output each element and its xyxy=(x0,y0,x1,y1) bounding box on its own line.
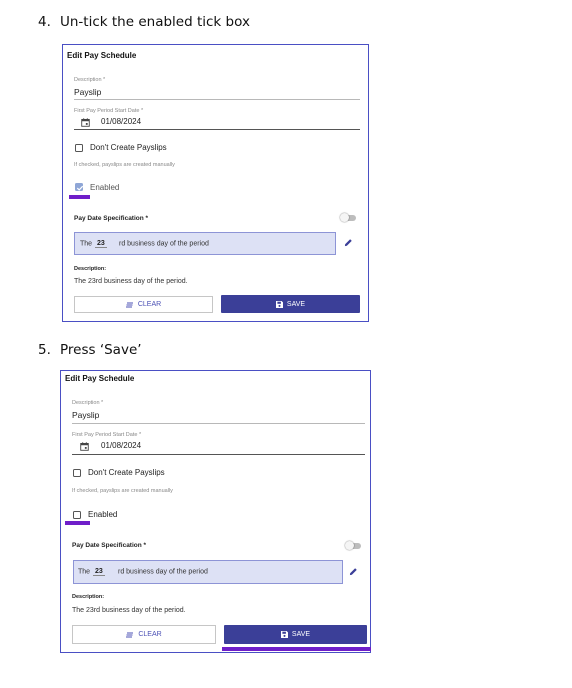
clear-button[interactable]: CLEAR xyxy=(74,296,213,313)
enabled-label: Enabled xyxy=(90,183,120,192)
description-heading: Description: xyxy=(72,594,105,600)
step-text: Press ‘Save’ xyxy=(60,342,142,358)
enabled-checkbox[interactable] xyxy=(73,511,81,519)
save-button[interactable]: SAVE xyxy=(224,625,367,644)
description-heading: Description: xyxy=(74,266,107,272)
start-date-underline xyxy=(72,454,365,455)
description-label: Description * xyxy=(72,400,104,406)
highlight-underline xyxy=(65,521,90,525)
spec-day-input[interactable]: 23 xyxy=(95,240,107,248)
save-button-label: SAVE xyxy=(286,300,306,308)
toggle-knob xyxy=(340,213,349,222)
description-text: The 23rd business day of the period. xyxy=(74,278,188,285)
enabled-label: Enabled xyxy=(88,510,118,519)
description-field[interactable]: Payslip xyxy=(74,87,101,97)
hint-text: If checked, payslips are created manuall… xyxy=(74,162,175,168)
highlight-underline xyxy=(69,195,90,199)
spec-toggle[interactable] xyxy=(345,541,361,550)
enabled-checkbox[interactable] xyxy=(75,183,84,191)
dont-create-checkbox[interactable] xyxy=(73,469,81,477)
clear-button-label: CLEAR xyxy=(137,301,162,308)
step-5-heading: 5. Press ‘Save’ xyxy=(38,342,142,358)
hint-text: If checked, payslips are created manuall… xyxy=(72,488,173,494)
edit-pay-schedule-panel: Edit Pay Schedule Description * Payslip … xyxy=(60,370,371,653)
description-label: Description * xyxy=(74,77,106,83)
start-date-label: First Pay Period Start Date * xyxy=(74,108,144,114)
description-text: The 23rd business day of the period. xyxy=(72,607,186,614)
start-date-label: First Pay Period Start Date * xyxy=(72,432,142,438)
pay-date-spec-field[interactable]: The 23 rd business day of the period xyxy=(74,232,336,255)
save-button-label: SAVE xyxy=(291,631,311,638)
spec-prefix: The xyxy=(78,568,91,576)
clear-icon xyxy=(126,632,134,637)
spec-day-input[interactable]: 23 xyxy=(93,568,105,576)
description-underline xyxy=(72,423,365,424)
step-number: 5. xyxy=(38,342,51,358)
checkmark-icon xyxy=(76,185,84,191)
start-date-underline xyxy=(74,129,360,130)
floppy-disk-icon xyxy=(280,631,288,638)
dont-create-checkbox[interactable] xyxy=(75,144,83,152)
spec-toggle[interactable] xyxy=(340,213,356,222)
pencil-icon[interactable] xyxy=(344,238,353,247)
spec-suffix: rd business day of the period xyxy=(118,568,208,576)
calendar-icon[interactable] xyxy=(81,118,90,127)
clear-button-label: CLEAR xyxy=(138,631,162,638)
panel-title: Edit Pay Schedule xyxy=(65,374,135,383)
pencil-icon[interactable] xyxy=(349,567,358,576)
edit-pay-schedule-panel: Edit Pay Schedule Description * Payslip … xyxy=(62,44,369,322)
floppy-disk-icon xyxy=(275,300,283,308)
dont-create-label: Don't Create Payslips xyxy=(88,468,165,477)
spec-suffix: rd business day of the period xyxy=(119,240,209,247)
pay-date-spec-field[interactable]: The 23 rd business day of the period xyxy=(73,560,343,584)
spec-prefix: The xyxy=(80,240,93,247)
panel-title: Edit Pay Schedule xyxy=(67,51,137,60)
start-date-field[interactable]: 01/08/2024 xyxy=(101,117,141,126)
description-underline xyxy=(74,99,360,100)
save-button[interactable]: SAVE xyxy=(221,295,360,313)
clear-button[interactable]: CLEAR xyxy=(72,625,216,644)
toggle-knob xyxy=(345,541,354,550)
highlight-underline xyxy=(222,647,371,651)
clear-icon xyxy=(125,302,133,307)
calendar-icon[interactable] xyxy=(80,442,89,451)
step-4-heading: 4. Un-tick the enabled tick box xyxy=(38,14,250,30)
dont-create-label: Don't Create Payslips xyxy=(90,143,167,152)
pay-date-spec-label: Pay Date Specification * xyxy=(72,542,147,549)
start-date-field[interactable]: 01/08/2024 xyxy=(101,441,141,450)
step-number: 4. xyxy=(38,14,51,30)
pay-date-spec-label: Pay Date Specification * xyxy=(74,215,149,222)
step-text: Un-tick the enabled tick box xyxy=(60,14,250,30)
description-field[interactable]: Payslip xyxy=(72,410,99,420)
